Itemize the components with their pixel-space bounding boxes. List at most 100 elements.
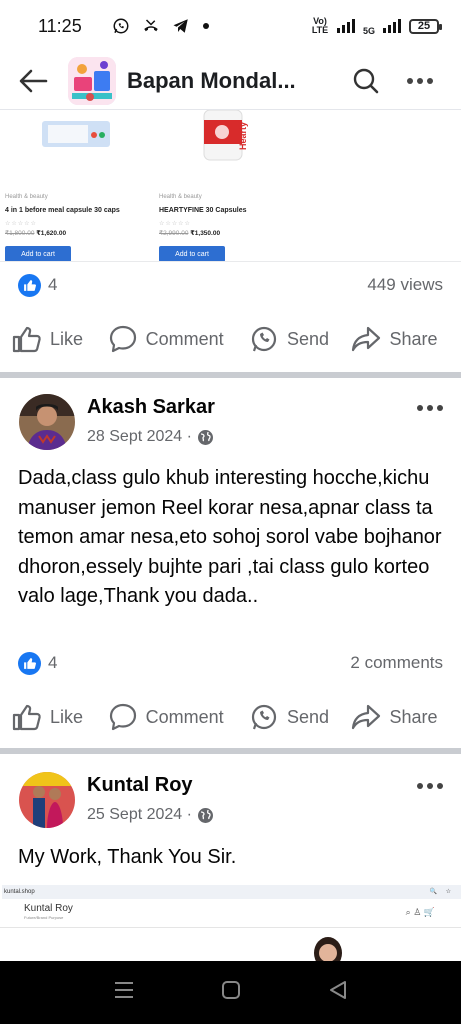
- product-image: Hearty: [203, 110, 248, 161]
- post-reactions: 4 449 views: [0, 262, 461, 308]
- back-arrow-icon: [19, 69, 48, 92]
- view-count: 449 views: [367, 275, 443, 294]
- like-button[interactable]: Like: [12, 325, 108, 353]
- more-options-button[interactable]: [415, 774, 445, 798]
- more-icon: [417, 783, 443, 789]
- product-brand-text: Hearty: [238, 122, 248, 150]
- site-search-icon: 🔍: [429, 889, 437, 895]
- comment-button[interactable]: Comment: [108, 324, 249, 354]
- section-divider: [0, 372, 461, 378]
- site-nav-icons: ⌕ ♙ 🛒: [405, 907, 435, 917]
- share-button[interactable]: Share: [351, 703, 449, 731]
- product-price: ₹2,990.00 ₹1,350.00: [159, 230, 221, 237]
- product-name: HEARTYFINE 30 Capsules: [159, 207, 247, 214]
- telegram-icon: [173, 19, 188, 33]
- comment-text: My Work, Thank You Sir.: [18, 846, 237, 868]
- comment-actions: Like Comment Send Share: [0, 694, 461, 740]
- back-triangle-icon: [329, 981, 346, 999]
- add-to-cart-button[interactable]: Add to cart: [5, 246, 71, 261]
- site-hero-image: [314, 937, 342, 961]
- comment-button[interactable]: Comment: [108, 702, 249, 732]
- avatar[interactable]: [19, 394, 75, 450]
- more-options-button[interactable]: [393, 52, 447, 110]
- site-url-bar: kuntal.shop 🔍 ☆: [2, 885, 461, 899]
- home-button[interactable]: [221, 980, 241, 1005]
- comment-reactions: 4 2 comments: [0, 640, 461, 686]
- avatar[interactable]: [19, 772, 75, 828]
- like-reaction-icon[interactable]: [18, 651, 41, 675]
- network-type: 5G: [362, 26, 375, 36]
- product-image: [42, 121, 110, 147]
- nav-back-button[interactable]: [328, 980, 348, 1005]
- comment-date: 25 Sept 2024 ·: [87, 806, 214, 824]
- system-nav-bar: [0, 961, 461, 1024]
- rating-stars: ☆☆☆☆☆: [5, 221, 37, 227]
- comment-text: Dada,class gulo khub interesting hocche,…: [18, 467, 442, 607]
- comment-icon: [109, 325, 136, 353]
- like-label: Like: [50, 706, 84, 727]
- page-avatar[interactable]: [68, 56, 116, 105]
- comment-date: 28 Sept 2024 ·: [87, 428, 214, 446]
- post-image[interactable]: Health & beauty 4 in 1 before meal capsu…: [0, 110, 461, 262]
- home-square-icon: [221, 981, 240, 999]
- add-to-cart-button[interactable]: Add to cart: [159, 246, 225, 261]
- share-label: Share: [389, 706, 438, 727]
- back-button[interactable]: [0, 52, 66, 110]
- commenter-name[interactable]: Kuntal Roy: [87, 774, 193, 797]
- comment-count[interactable]: 2 comments: [350, 653, 443, 673]
- product-name: 4 in 1 before meal capsule 30 caps: [5, 207, 120, 214]
- recent-apps-button[interactable]: [114, 981, 134, 1004]
- whatsapp-send-icon: [251, 704, 277, 730]
- commenter-name[interactable]: Akash Sarkar: [87, 396, 215, 419]
- share-button[interactable]: Share: [351, 325, 449, 353]
- page-title[interactable]: Bapan Mondal...: [127, 68, 339, 94]
- site-title: Kuntal Roy: [24, 903, 73, 914]
- page-avatar-image: [68, 56, 116, 105]
- like-label: Like: [50, 328, 84, 349]
- product-price: ₹1,800.00 ₹1,620.00: [5, 230, 67, 237]
- thumbs-up-icon: [12, 704, 41, 731]
- send-button[interactable]: Send: [249, 324, 351, 354]
- dot-icon: [203, 23, 209, 29]
- share-icon: [352, 326, 381, 352]
- post-actions: Like Comment Send Share: [0, 316, 461, 362]
- more-icon: [417, 405, 443, 411]
- missed-call-icon: [144, 19, 158, 32]
- site-divider: [0, 927, 461, 928]
- volte-indicator: Vo) LTE: [311, 16, 329, 35]
- rating-stars: ☆☆☆☆☆: [159, 221, 191, 227]
- site-subtitle: Future/Brand Purpose: [24, 915, 64, 920]
- product-card: Health & beauty 4 in 1 before meal capsu…: [0, 110, 150, 261]
- signal-bars-2-icon: [383, 19, 401, 33]
- share-label: Share: [389, 328, 438, 349]
- site-star-icon: ☆: [445, 889, 451, 895]
- globe-icon: [197, 807, 213, 823]
- search-button[interactable]: [339, 52, 393, 110]
- like-button[interactable]: Like: [12, 703, 108, 731]
- comment-image[interactable]: kuntal.shop 🔍 ☆ Kuntal Roy Future/Brand …: [0, 881, 461, 961]
- like-reaction-icon[interactable]: [18, 273, 41, 297]
- section-divider: [0, 748, 461, 754]
- globe-icon: [197, 429, 213, 445]
- comment-icon: [109, 703, 136, 731]
- send-label: Send: [287, 706, 330, 727]
- comment-label: Comment: [145, 328, 224, 349]
- notification-icons: [112, 17, 210, 35]
- product-category: Health & beauty: [5, 194, 48, 200]
- thumbs-up-icon: [12, 326, 41, 353]
- more-options-button[interactable]: [415, 396, 445, 420]
- battery-icon: 25: [409, 18, 442, 34]
- like-count[interactable]: 4: [48, 275, 57, 295]
- app-header: Bapan Mondal...: [0, 52, 461, 110]
- like-count[interactable]: 4: [48, 653, 57, 673]
- comment-header: Kuntal Roy 25 Sept 2024 ·: [0, 770, 461, 834]
- whatsapp-icon: [113, 18, 129, 34]
- send-label: Send: [287, 328, 330, 349]
- send-button[interactable]: Send: [249, 702, 351, 732]
- product-card: Hearty Health & beauty HEARTYFINE 30 Cap…: [154, 110, 304, 261]
- comment-label: Comment: [145, 706, 224, 727]
- search-icon: [353, 68, 379, 93]
- status-time: 11:25: [38, 15, 82, 36]
- whatsapp-send-icon: [251, 326, 277, 352]
- signal-bars-icon: [336, 19, 355, 33]
